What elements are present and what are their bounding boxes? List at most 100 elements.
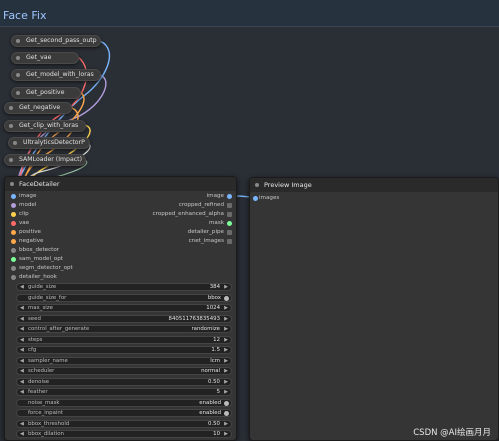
input-pin[interactable] [11,257,16,262]
input-pin[interactable] [11,266,16,271]
input-slot-negative[interactable]: negative [11,237,43,246]
widget-feather[interactable]: ◀ feather 5 ▶ [16,388,232,397]
widget-value[interactable]: randomize [191,326,220,333]
widget-steps[interactable]: ◀ steps 12 ▶ [16,335,232,344]
increment-arrow-icon[interactable]: ▶ [224,305,228,312]
widget-value[interactable]: 0.50 [208,421,220,428]
output-pin[interactable] [227,194,232,199]
widget-value[interactable]: normal [201,368,220,375]
output-slot-cropped-enhanced-alpha[interactable]: cropped_enhanced_alpha [153,210,232,219]
node-collapse-icon[interactable] [16,56,20,60]
input-pin[interactable] [11,239,16,244]
increment-arrow-icon[interactable]: ▶ [224,337,228,344]
input-slot-model[interactable]: model [11,201,36,210]
node-title-bar[interactable]: Preview Image [250,178,498,192]
widget-cfg[interactable]: ◀ cfg 1.5 ▶ [16,346,232,355]
input-slot-clip[interactable]: clip [11,210,29,219]
output-pin[interactable] [227,212,232,217]
decrement-arrow-icon[interactable]: ◀ [20,368,24,375]
widget-value[interactable]: 12 [213,337,220,344]
get-node-second-pass[interactable]: Get_second_pass_outp [11,35,101,47]
node-collapse-icon[interactable] [9,124,13,128]
input-slot-sam-model-opt[interactable]: sam_model_opt [11,255,63,264]
toggle-indicator-icon[interactable] [224,400,229,406]
input-slot-positive[interactable]: positive [11,228,41,237]
input-pin[interactable] [11,221,16,226]
decrement-arrow-icon[interactable]: ◀ [20,431,24,438]
input-pin[interactable] [11,194,16,199]
widget-value[interactable]: 1.5 [211,347,220,354]
node-collapse-icon[interactable] [10,182,14,186]
widget-max-size[interactable]: ◀ max_size 1024 ▶ [16,304,232,313]
decrement-arrow-icon[interactable]: ◀ [20,421,24,428]
increment-arrow-icon[interactable]: ▶ [224,389,228,396]
output-slot-cropped-refined[interactable]: cropped_refined [179,201,232,210]
decrement-arrow-icon[interactable]: ◀ [20,305,24,312]
input-slot-vae[interactable]: vae [11,219,29,228]
preview-image-node[interactable]: Preview Image images [249,177,499,441]
output-pin[interactable] [227,230,232,235]
widget-guide-size[interactable]: ◀ guide_size 384 ▶ [16,283,232,292]
increment-arrow-icon[interactable]: ▶ [224,421,228,428]
widget-noise-mask[interactable]: noise_mask enabled [16,398,232,407]
get-node-clip-with-loras[interactable]: Get_clip_with_loras [4,120,86,132]
input-slot-detailer-hook[interactable]: detailer_hook [11,273,57,282]
increment-arrow-icon[interactable]: ▶ [224,316,228,323]
decrement-arrow-icon[interactable]: ◀ [20,379,24,386]
output-slot-detailer-pipe[interactable]: detailer_pipe [188,228,232,237]
node-collapse-icon[interactable] [9,106,13,110]
widget-value[interactable]: lcm [210,358,220,365]
input-pin[interactable] [11,275,16,280]
input-slot-images[interactable]: images [253,194,279,203]
node-collapse-icon[interactable] [13,141,17,145]
widget-bbox-dilation[interactable]: ◀ bbox_dilation 10 ▶ [16,430,232,439]
widget-control-after-generate[interactable]: ◀ control_after_generate randomize ▶ [16,325,232,334]
ultralytics-detector-node[interactable]: UltralyticsDetectorP [8,137,90,149]
widget-force-inpaint[interactable]: force_inpaint enabled [16,409,232,418]
widget-seed[interactable]: ◀ seed 840511763835493 ▶ [16,314,232,323]
input-slot-image[interactable]: image [11,192,36,201]
output-slot-cnet-images[interactable]: cnet_images [189,237,232,246]
toggle-indicator-icon[interactable] [224,295,229,301]
get-node-model-with-loras[interactable]: Get_model_with_loras [11,69,101,81]
increment-arrow-icon[interactable]: ▶ [224,358,228,365]
decrement-arrow-icon[interactable]: ◀ [20,347,24,354]
output-pin[interactable] [227,239,232,244]
widget-bbox-threshold[interactable]: ◀ bbox_threshold 0.50 ▶ [16,419,232,428]
widget-value[interactable]: 10 [213,431,220,438]
output-slot-mask[interactable]: mask [209,219,232,228]
input-pin[interactable] [253,196,258,201]
get-node-positive[interactable]: Get_positive [11,87,81,99]
decrement-arrow-icon[interactable]: ◀ [20,389,24,396]
get-node-vae[interactable]: Get_vae [11,52,79,64]
input-pin[interactable] [11,230,16,235]
node-collapse-icon[interactable] [16,91,20,95]
widget-value[interactable]: 384 [210,284,220,291]
toggle-indicator-icon[interactable] [224,411,229,416]
input-pin[interactable] [11,212,16,217]
decrement-arrow-icon[interactable]: ◀ [20,337,24,344]
widget-value[interactable]: 1024 [206,305,220,312]
widget-scheduler[interactable]: ◀ scheduler normal ▶ [16,367,232,376]
increment-arrow-icon[interactable]: ▶ [224,347,228,354]
face-detailer-node[interactable]: FaceDetailer image model clip vae positi… [4,176,237,441]
input-pin[interactable] [11,203,16,208]
widget-denoise[interactable]: ◀ denoise 0.50 ▶ [16,377,232,386]
input-slot-segm-detector-opt[interactable]: segm_detector_opt [11,264,73,273]
increment-arrow-icon[interactable]: ▶ [224,368,228,375]
widget-sampler-name[interactable]: ◀ sampler_name lcm ▶ [16,356,232,365]
increment-arrow-icon[interactable]: ▶ [224,431,228,438]
input-slot-bbox-detector[interactable]: bbox_detector [11,246,59,255]
node-collapse-icon[interactable] [16,73,20,77]
node-collapse-icon[interactable] [255,183,259,187]
node-collapse-icon[interactable] [9,158,13,162]
node-title-bar[interactable]: FaceDetailer [5,177,236,191]
group-header[interactable]: Face Fix [0,0,499,27]
sam-loader-node[interactable]: SAMLoader (Impact) [4,154,86,166]
input-pin[interactable] [11,248,16,253]
output-pin[interactable] [227,203,232,208]
decrement-arrow-icon[interactable]: ◀ [20,316,24,323]
decrement-arrow-icon[interactable]: ◀ [20,326,24,333]
increment-arrow-icon[interactable]: ▶ [224,284,228,291]
node-collapse-icon[interactable] [16,39,20,43]
